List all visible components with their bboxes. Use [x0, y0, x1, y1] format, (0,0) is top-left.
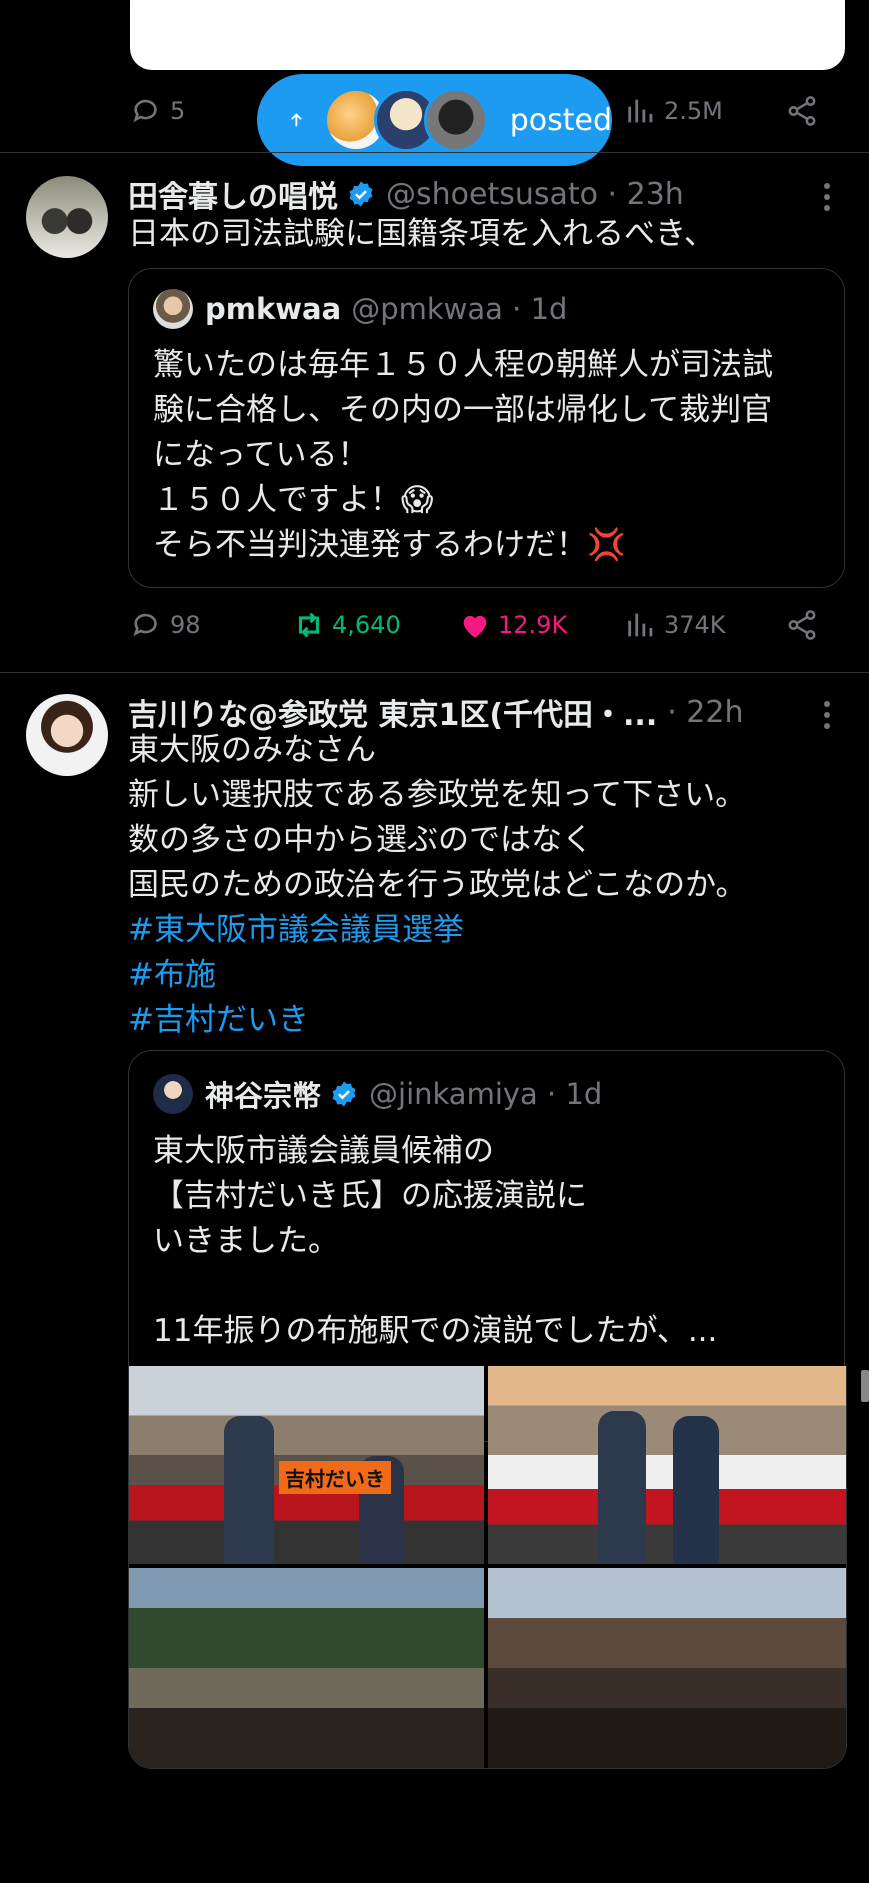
views-icon — [628, 613, 653, 637]
speaker-figure — [598, 1411, 646, 1564]
campaign-banner: 吉村だいき — [279, 1461, 391, 1494]
verified-badge-icon — [332, 1081, 356, 1107]
avatar — [153, 1074, 193, 1114]
quoted-handle: @pmkwaa · 1d — [351, 292, 568, 326]
photo-grid: 吉村だいき — [128, 1366, 847, 1769]
views-button[interactable]: 374K — [624, 608, 726, 642]
speaker-figure — [224, 1416, 274, 1564]
previous-tweet-media[interactable] — [130, 0, 845, 70]
tweet-text: 日本の司法試験に国籍条項を入れるべき、 — [128, 216, 715, 252]
views-button[interactable]: 2.5M — [624, 94, 723, 128]
avatar[interactable] — [26, 176, 108, 258]
quoted-tweet[interactable]: pmkwaa @pmkwaa · 1d 驚いたのは毎年１５０人程の朝鮮人が司法試… — [128, 268, 845, 588]
more-options-icon[interactable] — [822, 696, 832, 734]
avatar — [153, 289, 193, 329]
quoted-tweet-header: 神谷宗幣 @jinkamiya · 1d — [153, 1073, 602, 1115]
arrow-up-icon — [291, 113, 302, 127]
posted-avatars — [323, 88, 488, 152]
reply-count: 98 — [170, 611, 201, 639]
more-options-icon[interactable] — [822, 178, 832, 216]
photo[interactable] — [488, 1366, 846, 1564]
reply-icon — [133, 613, 157, 637]
avatar — [423, 88, 488, 152]
share-button[interactable] — [785, 608, 819, 642]
handle[interactable]: @shoetsusato · 23h — [386, 177, 684, 212]
tweet-actions: 98 4,640 12.9K 374K — [0, 608, 869, 658]
quoted-tweet-text: 東大阪市議会議員候補の 【吉村だいき氏】の応援演説に いきました。 11年振りの… — [153, 1133, 718, 1349]
photo[interactable]: 吉村だいき — [129, 1366, 484, 1564]
candidate-figure — [673, 1416, 719, 1564]
views-icon — [628, 99, 653, 123]
reply-button[interactable]: 98 — [130, 608, 201, 642]
views-count: 2.5M — [664, 97, 723, 125]
timestamp[interactable]: · 22h — [667, 695, 743, 730]
hashtag-link[interactable]: #東大阪市議会議員選挙 — [128, 908, 464, 953]
quoted-display-name: 神谷宗幣 — [205, 1079, 322, 1113]
tweet[interactable]: 田舎暮しの唱悦 @shoetsusato · 23h 日本の司法試験に国籍条項を… — [0, 152, 869, 672]
scrollbar[interactable] — [861, 1370, 869, 1402]
heart-icon — [463, 615, 487, 638]
like-button[interactable]: 12.9K — [458, 608, 567, 642]
views-count: 374K — [664, 611, 726, 639]
hashtag-link[interactable]: #吉村だいき — [128, 998, 309, 1043]
share-icon — [788, 610, 816, 640]
quoted-tweet-header: pmkwaa @pmkwaa · 1d — [153, 289, 567, 329]
verified-badge-icon — [349, 181, 373, 207]
hashtag-link[interactable]: #布施 — [128, 953, 216, 998]
quoted-display-name: pmkwaa — [205, 292, 342, 326]
reply-icon — [133, 99, 157, 123]
tweet-header: 田舎暮しの唱悦 @shoetsusato · 23h — [128, 172, 684, 216]
tweet-text: 東大阪のみなさん 新しい選択肢である参政党を知って下さい。 数の多さの中から選ぶ… — [128, 732, 747, 903]
share-button[interactable] — [785, 94, 819, 128]
photo[interactable] — [129, 1568, 484, 1768]
quoted-handle: @jinkamiya · 1d — [369, 1077, 603, 1111]
avatar[interactable] — [26, 694, 108, 776]
quoted-tweet-text: 驚いたのは毎年１５０人程の朝鮮人が司法試 験に合格し、その内の一部は帰化して裁判… — [153, 347, 773, 563]
retweet-button[interactable]: 4,640 — [292, 608, 401, 642]
posted-label: posted — [509, 102, 612, 138]
photo[interactable] — [488, 1568, 846, 1768]
reply-button[interactable]: 5 — [130, 94, 185, 128]
display-name[interactable]: 田舎暮しの唱悦 — [128, 172, 338, 216]
like-count: 12.9K — [498, 611, 568, 639]
reply-count: 5 — [170, 97, 186, 125]
share-icon — [788, 96, 816, 126]
retweet-count: 4,640 — [332, 611, 401, 639]
retweet-icon — [298, 612, 320, 638]
